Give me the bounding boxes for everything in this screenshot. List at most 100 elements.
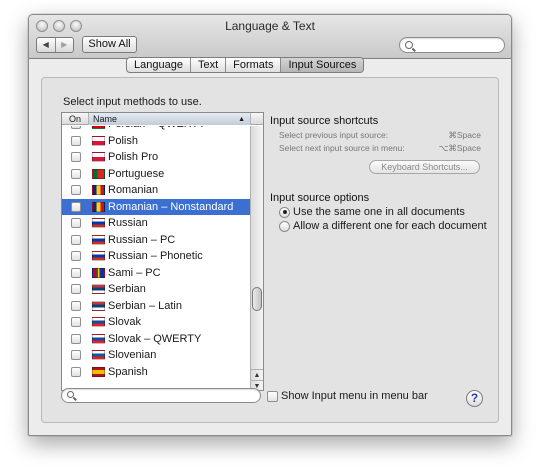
input-source-name: Serbian: [108, 283, 146, 295]
prev-source-label: Select previous input source:: [279, 130, 389, 140]
input-source-name: Slovak – QWERTY: [108, 332, 202, 345]
russia-flag-icon: [92, 234, 105, 245]
input-source-name: Serbian – Latin: [108, 299, 182, 312]
input-source-name: Slovenian: [108, 349, 157, 361]
column-header-name[interactable]: Name ▲: [89, 113, 251, 125]
show-input-menu-label: Show Input menu in menu bar: [281, 390, 428, 402]
list-item[interactable]: Portuguese: [62, 166, 251, 183]
show-input-menu-option[interactable]: Show Input menu in menu bar: [267, 390, 428, 402]
list-rows-viewport: Persian – QWERTYPolishPolish ProPortugue…: [62, 126, 251, 390]
list-header: On Name ▲: [62, 113, 263, 125]
enable-checkbox[interactable]: [71, 126, 81, 129]
input-source-name: Slovak: [108, 316, 142, 328]
forward-arrow-icon[interactable]: ▶: [54, 38, 74, 52]
list-item[interactable]: Romanian: [62, 182, 251, 199]
input-source-name: Romanian – Nonstandard: [108, 200, 234, 213]
input-methods-list: On Name ▲ Persian – QWERTYPolishPolish P…: [61, 112, 264, 391]
poland-flag-icon: [92, 152, 105, 162]
enable-checkbox[interactable]: [71, 333, 81, 344]
radio-different-document[interactable]: [279, 220, 290, 232]
column-header-name-label: Name: [93, 114, 118, 124]
input-methods-instruction: Select input methods to use.: [63, 96, 202, 108]
radio-same-document[interactable]: [279, 206, 290, 218]
slovenia-flag-icon: [92, 350, 105, 360]
search-icon: [67, 391, 74, 398]
russia-flag-icon: [92, 251, 105, 261]
list-item[interactable]: Serbian: [62, 281, 251, 298]
list-item[interactable]: Serbian – Latin: [62, 298, 251, 315]
list-item[interactable]: Romanian – Nonstandard: [62, 198, 251, 215]
tab-input-sources[interactable]: Input Sources: [280, 58, 364, 72]
option-same-document-label: Use the same one in all documents: [293, 206, 465, 218]
enable-checkbox[interactable]: [71, 267, 81, 278]
show-input-menu-checkbox[interactable]: [267, 390, 278, 402]
list-item[interactable]: Slovenian: [62, 347, 251, 364]
column-header-on[interactable]: On: [62, 113, 89, 125]
show-all-button[interactable]: Show All: [82, 36, 137, 53]
help-button[interactable]: ?: [466, 390, 483, 407]
input-source-name: Polish: [108, 134, 138, 147]
enable-checkbox[interactable]: [71, 152, 81, 162]
serbia-flag-icon: [92, 284, 105, 294]
enable-checkbox[interactable]: [71, 251, 81, 261]
enable-checkbox[interactable]: [71, 284, 81, 294]
sort-ascending-icon: ▲: [238, 116, 245, 123]
russia-flag-icon: [92, 218, 105, 228]
keyboard-shortcuts-button[interactable]: Keyboard Shortcuts...: [369, 160, 480, 174]
tab-bar: Language Text Formats Input Sources: [126, 57, 365, 73]
list-item[interactable]: Russian – PC: [62, 232, 251, 249]
input-source-name: Russian: [108, 217, 148, 229]
list-item[interactable]: Sami – PC: [62, 265, 251, 282]
sami-flag-icon: [92, 267, 105, 278]
options-section-title: Input source options: [270, 192, 370, 204]
poland-flag-icon: [92, 135, 105, 146]
enable-checkbox[interactable]: [71, 300, 81, 311]
prev-source-shortcut: ⌘Space: [448, 130, 481, 140]
next-source-label: Select next input source in menu:: [279, 143, 405, 153]
input-source-name: Polish Pro: [108, 151, 159, 163]
back-arrow-icon[interactable]: ◀: [37, 38, 55, 52]
list-item[interactable]: Slovak – QWERTY: [62, 331, 251, 348]
option-different-document[interactable]: Allow a different one for each document: [279, 220, 487, 232]
enable-checkbox[interactable]: [71, 185, 81, 195]
enable-checkbox[interactable]: [71, 135, 81, 146]
enable-checkbox[interactable]: [71, 168, 81, 179]
input-methods-filter-input[interactable]: [61, 388, 261, 403]
enable-checkbox[interactable]: [71, 317, 81, 327]
list-item[interactable]: Russian – Phonetic: [62, 248, 251, 265]
list-item[interactable]: Russian: [62, 215, 251, 232]
list-item[interactable]: Polish Pro: [62, 149, 251, 166]
title-bar: Language & Text ◀ ▶ Show All: [29, 15, 511, 59]
option-different-document-label: Allow a different one for each document: [293, 220, 487, 232]
window-title: Language & Text: [225, 19, 315, 33]
option-same-document[interactable]: Use the same one in all documents: [279, 206, 465, 218]
persian-flag-icon: [92, 126, 105, 129]
preferences-search-input[interactable]: [399, 37, 505, 53]
tab-language[interactable]: Language: [127, 58, 190, 72]
list-item[interactable]: Polish: [62, 133, 251, 150]
romania-flag-icon: [92, 201, 105, 212]
back-forward-control: ◀ ▶: [36, 37, 74, 53]
slovakia-flag-icon: [92, 317, 105, 327]
enable-checkbox[interactable]: [71, 218, 81, 228]
next-source-shortcut: ⌥⌘Space: [438, 143, 481, 153]
list-rows: Persian – QWERTYPolishPolish ProPortugue…: [62, 126, 251, 380]
enable-checkbox[interactable]: [71, 201, 81, 212]
list-item[interactable]: Slovak: [62, 314, 251, 331]
enable-checkbox[interactable]: [71, 234, 81, 245]
input-source-name: Russian – Phonetic: [108, 250, 203, 262]
input-source-name: Romanian: [108, 184, 159, 196]
list-scrollbar[interactable]: ▲ ▼: [250, 126, 263, 390]
serbia-flag-icon: [92, 300, 105, 311]
spain-flag-icon: [92, 366, 105, 377]
list-item[interactable]: Spanish: [62, 364, 251, 381]
search-icon: [405, 41, 413, 49]
enable-checkbox[interactable]: [71, 350, 81, 360]
slovakia-flag-icon: [92, 333, 105, 344]
enable-checkbox[interactable]: [71, 366, 81, 377]
scrollbar-thumb[interactable]: [252, 287, 262, 311]
scroll-up-arrow-icon[interactable]: ▲: [251, 369, 263, 380]
tab-formats[interactable]: Formats: [225, 58, 280, 72]
tab-text[interactable]: Text: [189, 58, 225, 72]
shortcuts-section-title: Input source shortcuts: [270, 115, 379, 127]
